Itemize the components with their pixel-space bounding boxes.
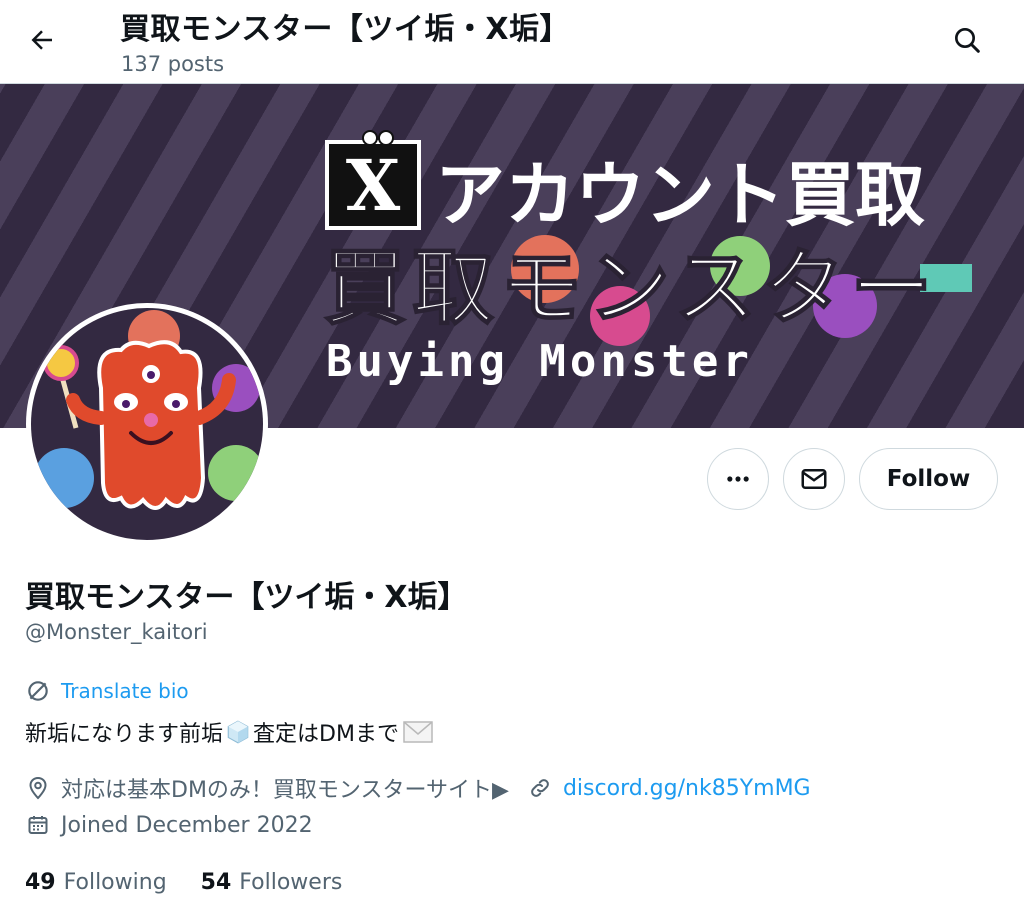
calendar-icon [25,812,51,838]
following-link[interactable]: 49 Following [25,870,167,895]
banner-heading: アカウント買取 [435,154,925,236]
search-button[interactable] [944,18,990,62]
monster-mascot [34,310,263,510]
envelope-icon [801,469,827,489]
bio-text-1: 新垢になります前垢 [25,722,224,747]
following-count: 49 [25,870,56,895]
website-link[interactable]: discord.gg/nk85YmMG [563,776,811,801]
profile-meta-row: 対応は基本DMのみ！買取モンスターサイト▶ discord.gg/nk85YmM… [25,772,811,804]
search-icon [955,28,980,53]
translate-bio-label: Translate bio [61,679,189,703]
joined-date: Joined December 2022 [61,812,313,838]
translate-bio-link[interactable]: Translate bio [25,678,189,704]
display-name: 買取モンスター【ツイ垢・X垢】 [25,580,468,615]
envelope-emoji-icon [403,721,433,743]
follow-button[interactable]: Follow [859,448,998,510]
translate-icon [28,681,48,701]
followers-label: Followers [239,870,343,895]
avatar-image [31,308,263,540]
following-label: Following [63,870,167,895]
post-count: 137 posts [121,52,225,76]
bio: 新垢になります前垢 査定はDMまで [25,716,433,748]
more-options-button[interactable] [707,448,769,510]
banner-subtitle: Buying Monster [326,336,753,387]
username: @Monster_kaitori [25,620,208,644]
link-icon [527,775,553,801]
followers-link[interactable]: 54 Followers [201,870,343,895]
profile-header: 買取モンスター【ツイ垢・X垢】 137 posts [0,0,1024,84]
joined-row: Joined December 2022 [25,812,313,838]
more-icon [727,476,749,482]
follow-stats: 49 Following 54 Followers [25,870,376,895]
location-text: 対応は基本DMのみ！買取モンスターサイト▶ [61,778,509,803]
header-title: 買取モンスター【ツイ垢・X垢】 [120,12,571,47]
followers-count: 54 [200,870,232,895]
bio-text-2: 査定はDMまで [253,722,399,747]
arrow-left-icon [31,30,52,50]
back-button[interactable] [20,20,64,60]
message-button[interactable] [783,448,845,510]
banner-brand: 買取モンスター [324,241,938,336]
location-icon [25,775,51,801]
ice-cube-icon [227,720,249,744]
x-logo-letter: X [346,144,401,227]
avatar[interactable] [26,303,268,545]
